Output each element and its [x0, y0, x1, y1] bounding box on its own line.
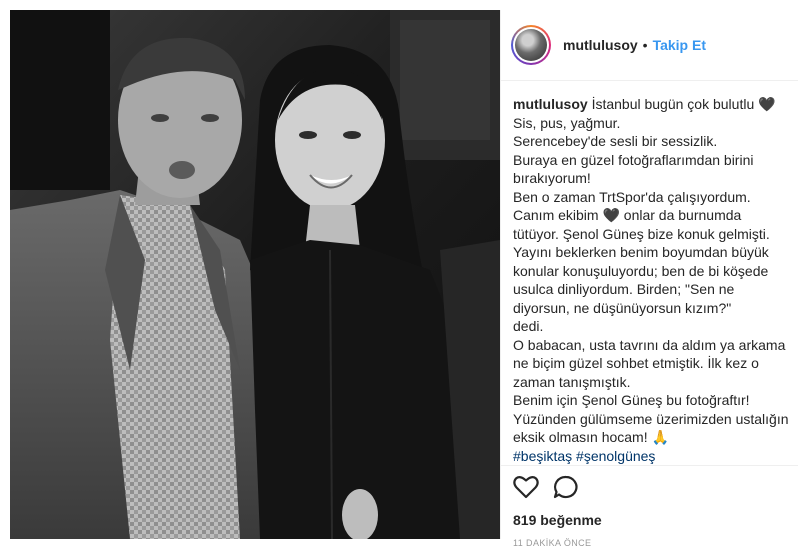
story-ring[interactable] [511, 25, 551, 65]
avatar[interactable] [515, 29, 547, 61]
caption-username[interactable]: mutlulusoy [513, 96, 588, 112]
post-photo[interactable] [10, 10, 500, 539]
caption-line: diyorsun, ne düşünüyorsun kızım?" [513, 299, 732, 316]
photo-image [10, 10, 500, 539]
caption-line: usulca dinliyordum. Birden; "Sen ne [513, 281, 735, 297]
caption-line: ne biçim güzel sohbet etmiştik. İlk kez … [513, 355, 759, 371]
caption-line: Yüzünden gülümseme üzerimizden ustalığın [513, 410, 789, 427]
caption-line: mutlulusoy İstanbul bugün çok bulutlu 🖤 [513, 95, 789, 114]
header-separator: • [642, 37, 648, 53]
caption-line: Serencebey'de sesli bir sessizlik. [513, 133, 718, 149]
caption-line: Yayını beklerken benim boyumdan büyük [513, 244, 769, 260]
caption-line: Canım ekibim 🖤 onlar da burnumda [513, 207, 742, 223]
caption-line: tütüyor. Şenol Güneş bize konuk gelmişti… [513, 225, 770, 242]
speech-bubble-icon[interactable] [553, 475, 579, 504]
post-timestamp: 11 DAKİKA ÖNCE [513, 538, 592, 548]
caption-line: Ben o zaman TrtSpor'da çalışıyordum. [513, 188, 751, 205]
post-header: mutlulusoy • Takip Et [501, 10, 798, 81]
caption-line: Benim için Şenol Güneş bu fotoğraftır! [513, 392, 750, 408]
post-caption: mutlulusoy İstanbul bugün çok bulutlu 🖤 … [501, 81, 798, 469]
caption-line: zaman tanışmıştık. [513, 373, 631, 390]
avatar-frame [513, 27, 549, 63]
caption-line: konular konuşuluyordu; ben de bi köşede [513, 262, 769, 279]
caption-line: Sis, pus, yağmur. [513, 114, 621, 131]
post-actions: 819 beğenme 11 DAKİKA ÖNCE [501, 465, 798, 550]
caption-text: İstanbul bugün çok bulutlu 🖤 [591, 96, 776, 112]
post-sidebar: mutlulusoy • Takip Et mutlulusoy İstanbu… [500, 10, 798, 548]
instagram-post-window: mutlulusoy • Takip Et mutlulusoy İstanbu… [0, 0, 798, 548]
hashtags[interactable]: #beşiktaş #şenolgüneş [513, 447, 789, 466]
caption-line: dedi. [513, 318, 544, 334]
caption-line: Buraya en güzel fotoğraflarımdan birini [513, 151, 754, 168]
caption-line: eksik olmasın hocam! 🙏 [513, 429, 669, 445]
follow-button[interactable]: Takip Et [653, 37, 706, 53]
like-count[interactable]: 819 beğenme [501, 504, 798, 528]
caption-line: bırakıyorum! [513, 170, 591, 186]
header-username[interactable]: mutlulusoy [563, 37, 638, 53]
caption-line: O babacan, usta tavrını da aldım ya arka… [513, 336, 786, 353]
action-icons [501, 466, 798, 504]
heart-outline-icon[interactable] [513, 475, 539, 504]
